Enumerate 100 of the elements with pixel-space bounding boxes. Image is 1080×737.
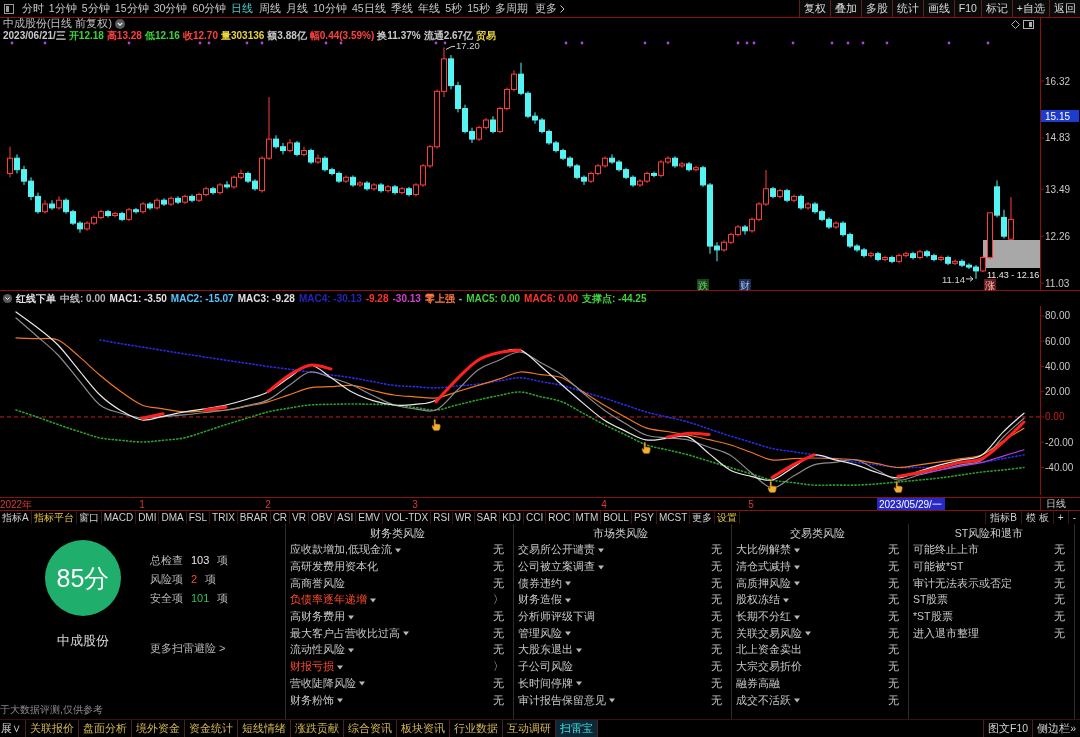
dropdown-caret-icon[interactable] xyxy=(370,597,376,603)
indicator-tab[interactable]: DMA xyxy=(159,511,187,524)
indicator-tab[interactable]: EMV xyxy=(356,511,383,524)
risk-item-label[interactable]: 审计无法表示或否定 xyxy=(913,576,1012,591)
dropdown-caret-icon[interactable] xyxy=(609,698,615,704)
indicator-tab[interactable]: VOL-TDX xyxy=(382,511,432,524)
toolbar-button[interactable]: +自选 xyxy=(1011,0,1049,17)
risk-item-label[interactable]: 股权冻结 xyxy=(736,593,780,608)
dropdown-caret-icon[interactable] xyxy=(576,647,582,653)
risk-item-label[interactable]: 大股东退出 xyxy=(518,643,573,658)
indicator-tab[interactable]: OBV xyxy=(309,511,336,524)
period-tab[interactable]: 15分钟 xyxy=(112,0,152,17)
risk-item-label[interactable]: 财报亏损 xyxy=(290,660,334,675)
indicator-tab[interactable]: PSY xyxy=(631,511,657,524)
period-tab[interactable]: 多周期 xyxy=(492,0,531,17)
dropdown-caret-icon[interactable] xyxy=(794,698,800,704)
dropdown-caret-icon[interactable] xyxy=(337,698,343,704)
indicator-tab[interactable]: ASI xyxy=(335,511,357,524)
risk-item-label[interactable]: 长期不分红 xyxy=(736,610,791,625)
risk-item-label[interactable]: 财务粉饰 xyxy=(290,693,334,708)
risk-item-label[interactable]: 债券违约 xyxy=(518,576,562,591)
period-tab[interactable]: 周线 xyxy=(256,0,284,17)
risk-item-label[interactable]: 大比例解禁 xyxy=(736,543,791,558)
risk-item-label[interactable]: 进入退市整理 xyxy=(913,626,979,641)
more-scan-link[interactable]: 更多扫雷避险 > xyxy=(150,641,229,656)
dropdown-caret-icon[interactable] xyxy=(805,631,811,637)
dropdown-caret-icon[interactable] xyxy=(783,597,789,603)
indicator-tab[interactable]: BRAR xyxy=(237,511,271,524)
period-tab[interactable]: 5分钟 xyxy=(79,0,113,17)
period-tab[interactable]: 45日线 xyxy=(349,0,389,17)
risk-item-label[interactable]: 财务造假 xyxy=(518,593,562,608)
indicator-tab[interactable]: 设置 xyxy=(715,511,741,524)
dropdown-caret-icon[interactable] xyxy=(598,564,604,570)
period-tab[interactable]: 1分钟 xyxy=(46,0,80,17)
period-tab[interactable]: 5秒 xyxy=(442,0,465,17)
risk-item-label[interactable]: 高财务费用 xyxy=(290,610,345,625)
risk-item-label[interactable]: 分析师评级下调 xyxy=(518,610,595,625)
toolbar-button[interactable]: 叠加 xyxy=(829,0,861,17)
period-tab[interactable]: 分时 xyxy=(19,0,47,17)
indicator-tab[interactable]: MTM xyxy=(573,511,602,524)
toolbar-button[interactable]: 统计 xyxy=(891,0,923,17)
dropdown-caret-icon[interactable] xyxy=(598,547,604,553)
risk-item-label[interactable]: 审计报告保留意见 xyxy=(518,693,606,708)
dropdown-caret-icon[interactable] xyxy=(565,631,571,637)
risk-item-label[interactable]: 成交不活跃 xyxy=(736,693,791,708)
dropdown-caret-icon[interactable] xyxy=(794,614,800,620)
dropdown-caret-icon[interactable] xyxy=(348,647,354,653)
indicator-tab[interactable]: BOLL xyxy=(601,511,632,524)
period-tab[interactable]: 10分钟 xyxy=(310,0,350,17)
risk-item-label[interactable]: 公司被立案调查 xyxy=(518,560,595,575)
toolbar-button[interactable]: F10 xyxy=(953,0,981,17)
dropdown-caret-icon[interactable] xyxy=(794,564,800,570)
risk-item-label[interactable]: 大宗交易折价 xyxy=(736,660,802,675)
indicator-tab[interactable]: MACD xyxy=(101,511,137,524)
more-menu[interactable]: 更多 xyxy=(530,0,569,17)
risk-item-label[interactable]: 负债率逐年递增 xyxy=(290,593,367,608)
indicator-tab[interactable]: 窗口 xyxy=(76,511,102,524)
diamond-icon[interactable] xyxy=(1011,19,1020,29)
dropdown-caret-icon[interactable] xyxy=(794,547,800,553)
indicator-tab[interactable]: 更多 xyxy=(690,511,716,524)
period-tab[interactable]: 30分钟 xyxy=(151,0,190,17)
indicator-tab[interactable]: 指标A xyxy=(0,511,32,524)
risk-item-label[interactable]: 应收款增加,低现金流 xyxy=(290,543,392,558)
toolbar-button[interactable]: 画线 xyxy=(922,0,954,17)
dropdown-caret-icon[interactable] xyxy=(794,581,800,587)
indicator-tab[interactable]: CCI xyxy=(524,511,547,524)
dropdown-caret-icon[interactable] xyxy=(394,547,401,553)
risk-item-label[interactable]: 可能被*ST xyxy=(913,560,964,575)
risk-item-label[interactable]: 北上资金卖出 xyxy=(736,643,802,658)
indicator-tab[interactable]: VR xyxy=(290,511,309,524)
period-tab[interactable]: 60分钟 xyxy=(190,0,229,17)
risk-item-label[interactable]: 高研发费用资本化 xyxy=(290,560,378,575)
indicator-tab[interactable]: SAR xyxy=(474,511,501,524)
indicator-tab[interactable]: 指标平台 xyxy=(31,511,77,524)
window-icon[interactable] xyxy=(1023,19,1034,29)
risk-item-label[interactable]: *ST股票 xyxy=(913,610,953,625)
risk-item-label[interactable]: 最大客户占营收比过高 xyxy=(290,626,400,641)
indicator-tab[interactable]: TRIX xyxy=(210,511,238,524)
period-tab[interactable]: 日线 xyxy=(228,0,257,17)
toolbar-button[interactable]: 多股 xyxy=(860,0,892,17)
risk-item-label[interactable]: ST股票 xyxy=(913,593,949,608)
period-tab[interactable]: 月线 xyxy=(283,0,311,17)
indicator-tab[interactable]: KDJ xyxy=(500,511,525,524)
risk-item-label[interactable]: 流动性风险 xyxy=(290,643,345,658)
risk-item-label[interactable]: 可能终止上市 xyxy=(913,543,979,558)
dropdown-caret-icon[interactable] xyxy=(359,681,365,687)
risk-item-label[interactable]: 长时间停牌 xyxy=(518,676,573,691)
dropdown-caret-icon[interactable] xyxy=(337,664,343,670)
toolbar-button[interactable]: 返回 xyxy=(1049,0,1080,17)
dropdown-caret-icon[interactable] xyxy=(565,581,571,587)
period-tab[interactable]: 15秒 xyxy=(464,0,493,17)
dropdown-caret-icon[interactable] xyxy=(348,614,354,620)
risk-item-label[interactable]: 营收陡降风险 xyxy=(290,676,356,691)
toolbar-button[interactable]: 复权 xyxy=(798,0,830,17)
dropdown-caret-icon[interactable] xyxy=(403,631,409,637)
indicator-tab[interactable]: WR xyxy=(452,511,475,524)
risk-item-label[interactable]: 清仓式减持 xyxy=(736,560,791,575)
indicator-tab[interactable]: FSL xyxy=(186,511,211,524)
risk-item-label[interactable]: 高商誉风险 xyxy=(290,576,345,591)
indicator-tab[interactable]: RSI xyxy=(431,511,453,524)
